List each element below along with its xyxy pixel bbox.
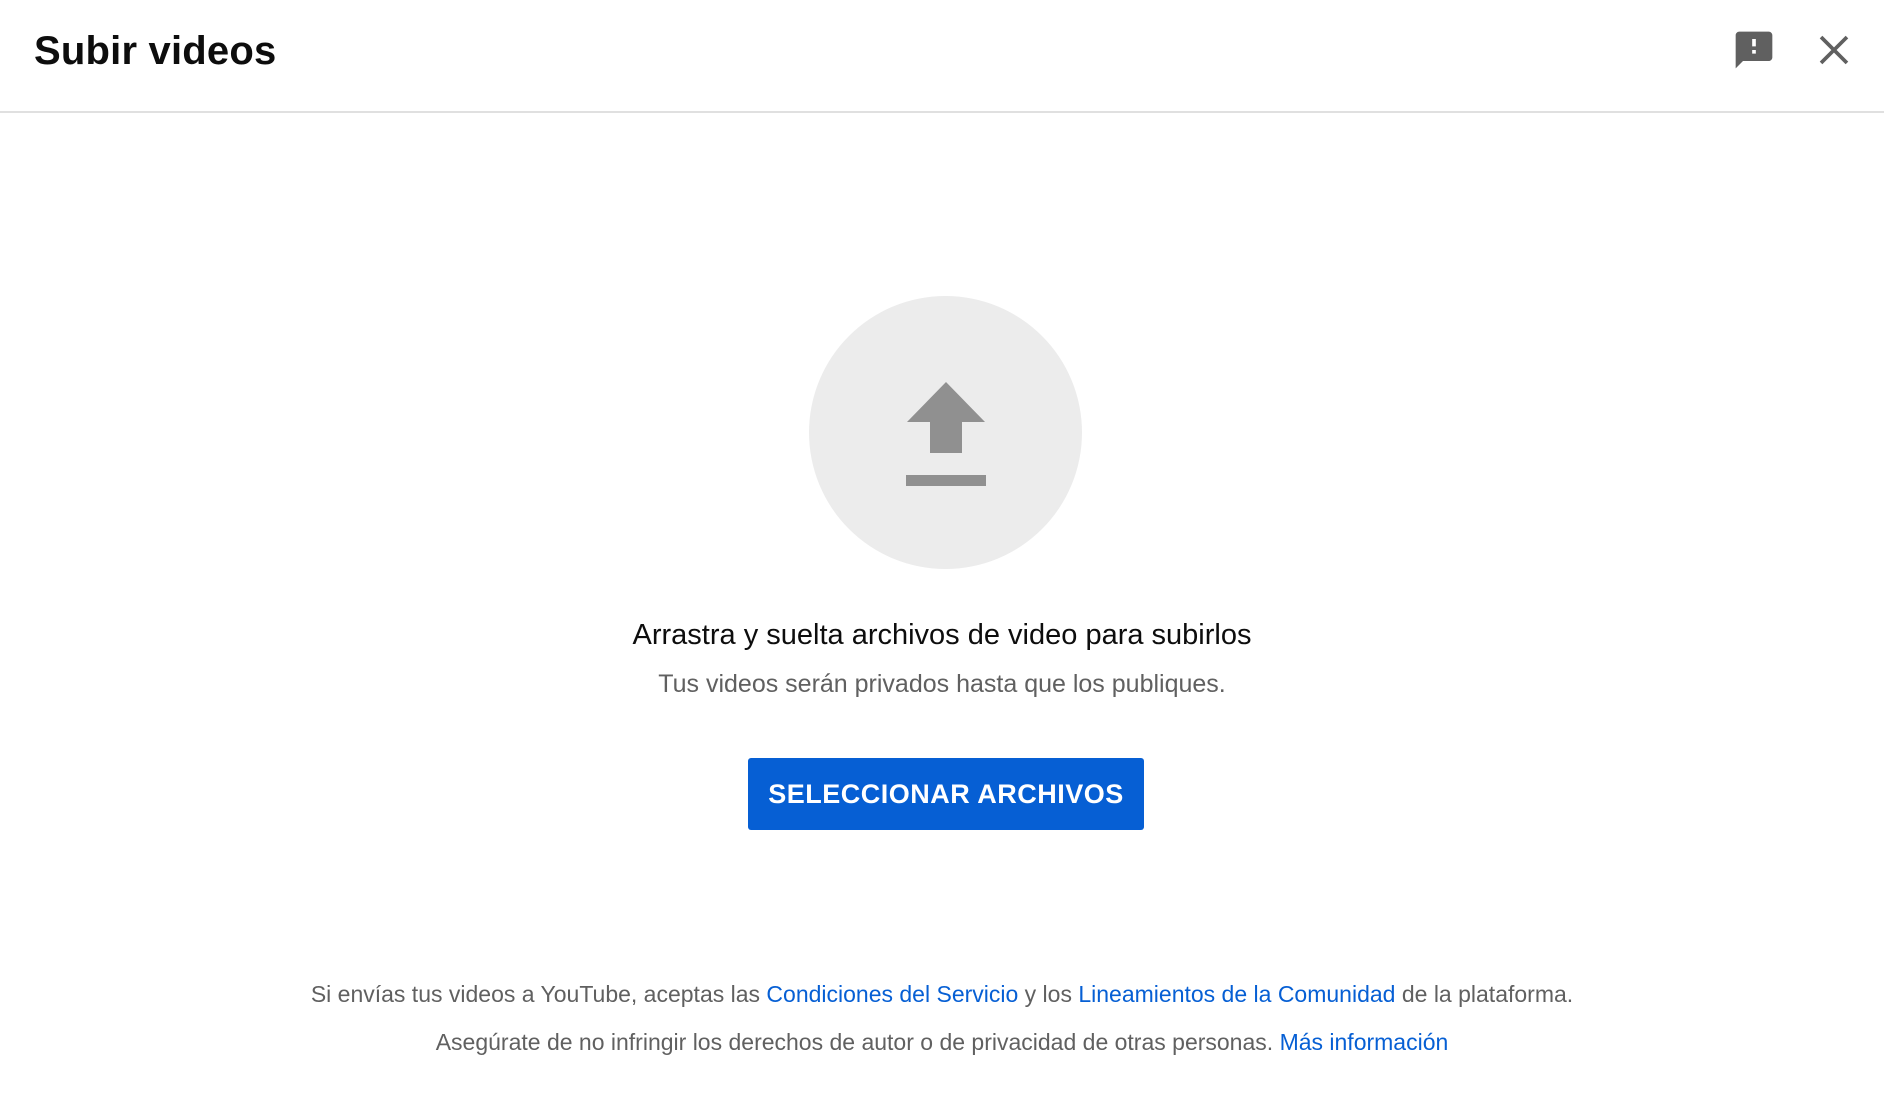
terms-middle-text: y los xyxy=(1018,981,1079,1007)
feedback-icon xyxy=(1735,31,1773,69)
privacy-notice: Tus videos serán privados hasta que los … xyxy=(658,670,1226,698)
close-icon xyxy=(1819,35,1849,65)
feedback-button[interactable] xyxy=(1726,22,1782,78)
upload-dialog: Subir videos Arrastra y suelta archivos … xyxy=(0,0,1884,1104)
terms-notice: Si envías tus videos a YouTube, aceptas … xyxy=(0,978,1884,1010)
upload-drop-target[interactable] xyxy=(809,296,1082,569)
learn-more-link[interactable]: Más información xyxy=(1280,1029,1449,1055)
copyright-notice: Asegúrate de no infringir los derechos d… xyxy=(0,1026,1884,1058)
close-button[interactable] xyxy=(1806,22,1862,78)
terms-suffix-text: de la plataforma. xyxy=(1395,981,1574,1007)
terms-of-service-link[interactable]: Condiciones del Servicio xyxy=(766,981,1018,1007)
copyright-text: Asegúrate de no infringir los derechos d… xyxy=(435,1029,1280,1055)
select-files-button[interactable]: SELECCIONAR ARCHIVOS xyxy=(748,758,1144,830)
drag-drop-title: Arrastra y suelta archivos de video para… xyxy=(632,619,1252,651)
dialog-title: Subir videos xyxy=(34,29,277,73)
community-guidelines-link[interactable]: Lineamientos de la Comunidad xyxy=(1078,981,1395,1007)
dialog-header: Subir videos xyxy=(0,0,1884,113)
terms-prefix-text: Si envías tus videos a YouTube, aceptas … xyxy=(310,981,767,1007)
upload-icon xyxy=(905,381,986,486)
